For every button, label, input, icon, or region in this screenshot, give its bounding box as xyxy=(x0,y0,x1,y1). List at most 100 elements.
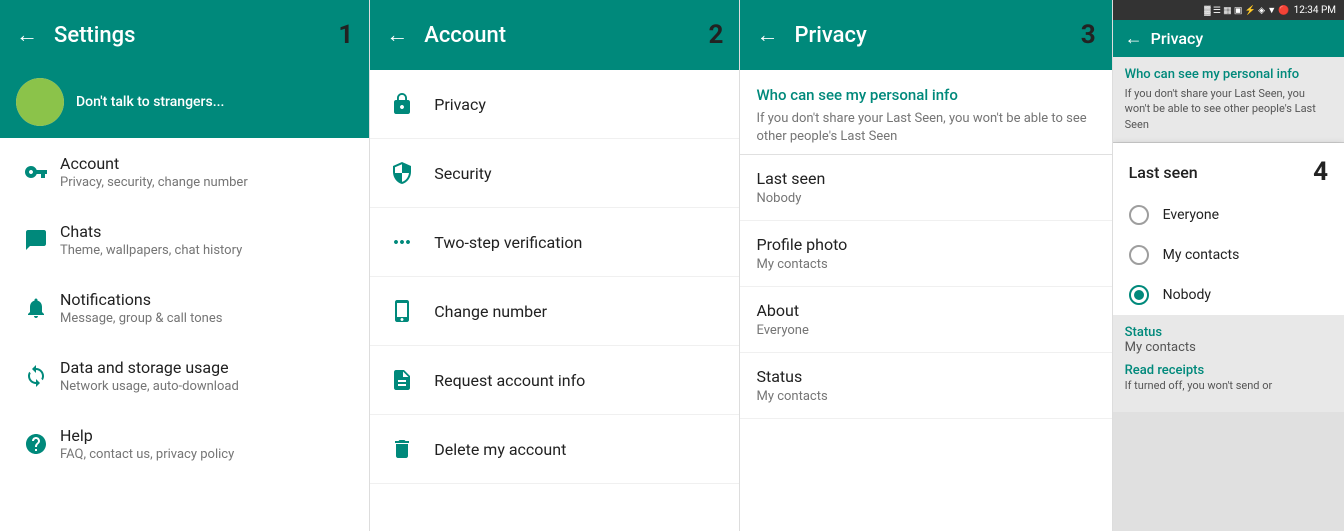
dialog-num: 4 xyxy=(1313,157,1328,187)
avatar-image xyxy=(16,78,64,126)
privacy-info-text: If you don't share your Last Seen, you w… xyxy=(756,110,1095,146)
dialog-bottom-area: Status My contacts Read receipts If turn… xyxy=(1113,315,1344,411)
settings-data-sublabel: Network usage, auto-download xyxy=(60,379,239,394)
help-icon xyxy=(16,424,56,464)
dialog-topbar-title: Privacy xyxy=(1151,29,1204,48)
radio-nobody-circle xyxy=(1129,285,1149,305)
refresh-icon xyxy=(16,356,56,396)
key-icon xyxy=(16,152,56,192)
lock-icon xyxy=(386,88,418,120)
shield-icon xyxy=(386,157,418,189)
dialog-panel: ▓ ☰ ▦ ▣ ⚡ ◈ ▼ 🔴 12:34 PM ← Privacy Who c… xyxy=(1113,0,1344,531)
dialog-topbar: ← Privacy xyxy=(1113,20,1344,57)
dialog-bg-text: If you don't share your Last Seen, you w… xyxy=(1125,86,1332,132)
last-seen-dialog: Last seen 4 Everyone My contacts Nobody xyxy=(1113,143,1344,315)
document-icon xyxy=(386,364,418,396)
profile-name: Don't talk to strangers... xyxy=(76,94,224,110)
account-security-item[interactable]: Security xyxy=(370,139,739,208)
settings-chats-item[interactable]: Chats Theme, wallpapers, chat history xyxy=(0,206,369,274)
settings-chats-sublabel: Theme, wallpapers, chat history xyxy=(60,243,242,258)
privacy-status-item[interactable]: Status My contacts xyxy=(740,353,1111,419)
settings-data-item[interactable]: Data and storage usage Network usage, au… xyxy=(0,342,369,410)
settings-header: ← Settings 1 xyxy=(0,0,369,70)
privacy-status-label: Status xyxy=(756,367,1095,386)
radio-mycontacts-label: My contacts xyxy=(1163,247,1240,263)
account-changenumber-label: Change number xyxy=(434,302,547,321)
account-twostep-label: Two-step verification xyxy=(434,233,582,252)
privacy-status-value: My contacts xyxy=(756,389,1095,404)
account-num: 2 xyxy=(709,20,724,50)
account-requestinfo-label: Request account info xyxy=(434,371,585,390)
settings-profile-row[interactable]: Don't talk to strangers... xyxy=(0,70,369,138)
settings-help-label: Help xyxy=(60,426,234,445)
privacy-panel: ← Privacy 3 Who can see my personal info… xyxy=(740,0,1112,531)
settings-chats-text: Chats Theme, wallpapers, chat history xyxy=(60,222,242,258)
settings-notifications-item[interactable]: Notifications Message, group & call tone… xyxy=(0,274,369,342)
bell-icon xyxy=(16,288,56,328)
settings-account-label: Account xyxy=(60,154,248,173)
privacy-num: 3 xyxy=(1081,20,1096,50)
privacy-info-title: Who can see my personal info xyxy=(756,86,1095,104)
account-security-label: Security xyxy=(434,164,491,183)
chat-icon xyxy=(16,220,56,260)
read-receipts-label: Read receipts xyxy=(1125,363,1332,378)
radio-nobody[interactable]: Nobody xyxy=(1113,275,1344,315)
privacy-lastseen-label: Last seen xyxy=(756,169,1095,188)
status-icons: ▓ ☰ ▦ ▣ ⚡ ◈ ▼ 🔴 xyxy=(1204,5,1290,16)
settings-account-item[interactable]: Account Privacy, security, change number xyxy=(0,138,369,206)
privacy-photo-item[interactable]: Profile photo My contacts xyxy=(740,221,1111,287)
dialog-bg-title: Who can see my personal info xyxy=(1125,67,1332,82)
settings-help-sublabel: FAQ, contact us, privacy policy xyxy=(60,447,234,462)
settings-data-label: Data and storage usage xyxy=(60,358,239,377)
settings-panel: ← Settings 1 Don't talk to strangers... … xyxy=(0,0,370,531)
account-deleteaccount-label: Delete my account xyxy=(434,440,566,459)
dialog-card-title-row: Last seen 4 xyxy=(1113,143,1344,195)
settings-notif-label: Notifications xyxy=(60,290,222,309)
privacy-title: Privacy xyxy=(794,23,1072,48)
account-panel: ← Account 2 Privacy Security Two-step ve… xyxy=(370,0,740,531)
trash-icon xyxy=(386,433,418,465)
privacy-about-label: About xyxy=(756,301,1095,320)
radio-everyone[interactable]: Everyone xyxy=(1113,195,1344,235)
radio-nobody-label: Nobody xyxy=(1163,287,1211,303)
read-receipts-section: Read receipts If turned off, you won't s… xyxy=(1125,363,1332,393)
settings-help-text: Help FAQ, contact us, privacy policy xyxy=(60,426,234,462)
settings-account-text: Account Privacy, security, change number xyxy=(60,154,248,190)
account-requestinfo-item[interactable]: Request account info xyxy=(370,346,739,415)
settings-notif-sublabel: Message, group & call tones xyxy=(60,311,222,326)
radio-everyone-label: Everyone xyxy=(1163,207,1219,223)
privacy-about-item[interactable]: About Everyone xyxy=(740,287,1111,353)
privacy-back-button[interactable]: ← xyxy=(756,22,778,48)
privacy-info-section: Who can see my personal info If you don'… xyxy=(740,70,1111,155)
account-twostep-item[interactable]: Two-step verification xyxy=(370,208,739,277)
radio-everyone-circle xyxy=(1129,205,1149,225)
settings-data-text: Data and storage usage Network usage, au… xyxy=(60,358,239,394)
dialog-bg-info: Who can see my personal info If you don'… xyxy=(1113,57,1344,143)
phone-icon xyxy=(386,295,418,327)
status-time: 12:34 PM xyxy=(1294,5,1336,16)
account-deleteaccount-item[interactable]: Delete my account xyxy=(370,415,739,484)
account-back-button[interactable]: ← xyxy=(386,22,408,48)
account-title: Account xyxy=(424,23,700,48)
account-changenumber-item[interactable]: Change number xyxy=(370,277,739,346)
account-privacy-label: Privacy xyxy=(434,95,486,114)
privacy-lastseen-item[interactable]: Last seen Nobody xyxy=(740,155,1111,221)
settings-notif-text: Notifications Message, group & call tone… xyxy=(60,290,222,326)
status-section: Status My contacts xyxy=(1125,325,1332,355)
account-header: ← Account 2 xyxy=(370,0,739,70)
read-receipts-text: If turned off, you won't send or xyxy=(1125,378,1332,393)
settings-back-button[interactable]: ← xyxy=(16,22,38,48)
privacy-lastseen-value: Nobody xyxy=(756,191,1095,206)
dots-icon xyxy=(386,226,418,258)
radio-mycontacts[interactable]: My contacts xyxy=(1113,235,1344,275)
privacy-about-value: Everyone xyxy=(756,323,1095,338)
avatar xyxy=(16,78,64,126)
settings-help-item[interactable]: Help FAQ, contact us, privacy policy xyxy=(0,410,369,478)
status-bar: ▓ ☰ ▦ ▣ ⚡ ◈ ▼ 🔴 12:34 PM xyxy=(1113,0,1344,20)
settings-account-sublabel: Privacy, security, change number xyxy=(60,175,248,190)
account-privacy-item[interactable]: Privacy xyxy=(370,70,739,139)
dialog-back-button[interactable]: ← xyxy=(1125,28,1143,49)
settings-title: Settings xyxy=(54,23,330,48)
status-bottom-label: Status xyxy=(1125,325,1332,340)
status-bottom-value: My contacts xyxy=(1125,340,1332,355)
